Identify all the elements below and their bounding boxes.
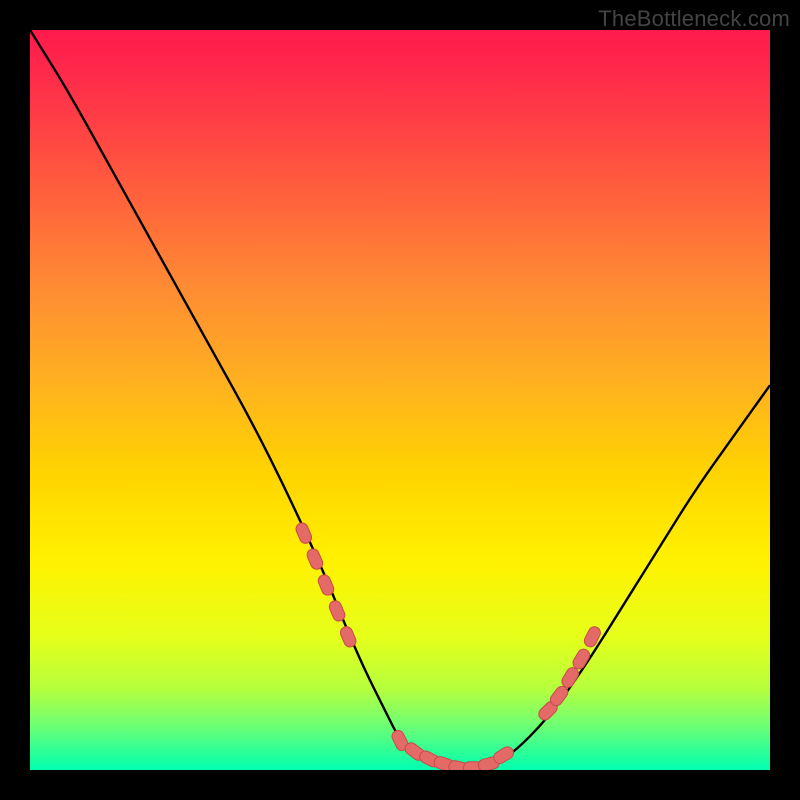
chart-frame: TheBottleneck.com	[0, 0, 800, 800]
watermark-text: TheBottleneck.com	[598, 6, 790, 32]
bottleneck-curve	[30, 30, 770, 770]
plot-area	[30, 30, 770, 770]
marker-group	[294, 521, 602, 770]
chart-svg	[30, 30, 770, 770]
